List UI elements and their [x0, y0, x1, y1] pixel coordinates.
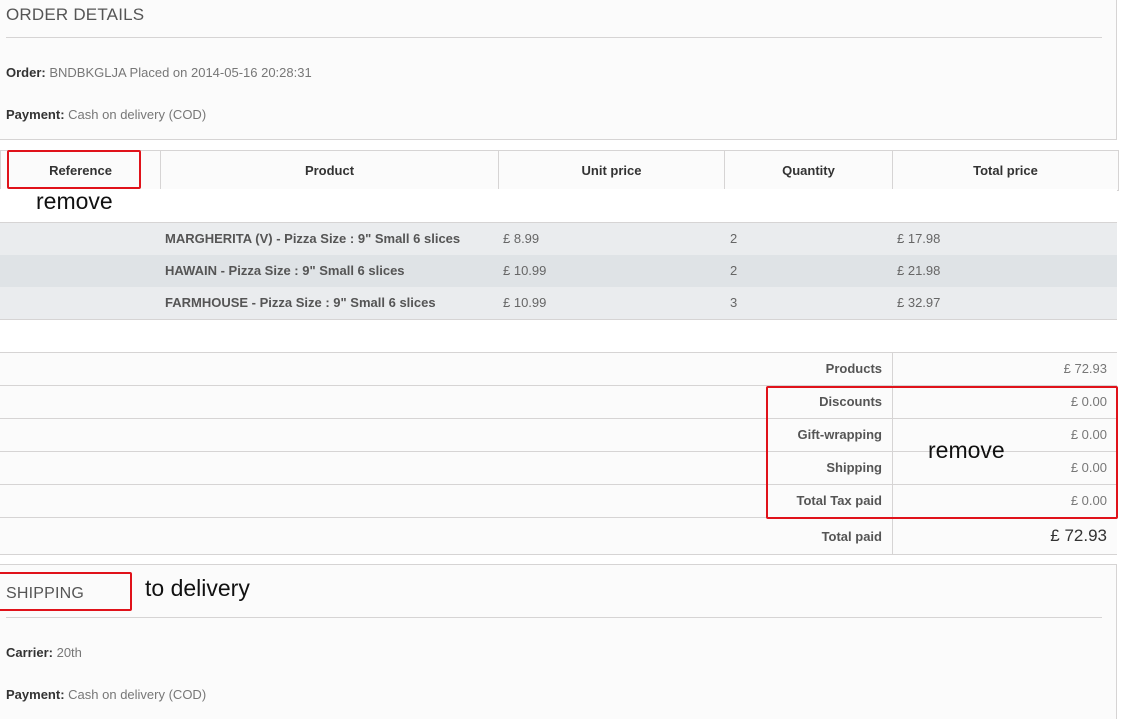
carrier-label: Carrier:: [6, 645, 53, 660]
order-items-table: Reference Product Unit price Quantity To…: [0, 150, 1119, 191]
summary-row-products: Products £ 72.93: [0, 352, 1117, 385]
quantity: 3: [730, 295, 738, 310]
annotation-remove-reference: remove: [36, 188, 113, 214]
carrier-value: 20th: [56, 645, 82, 660]
order-details-title: ORDER DETAILS: [6, 5, 145, 24]
column-header-unit-price[interactable]: Unit price: [498, 150, 725, 191]
product-name: MARGHERITA (V) - Pizza Size : 9" Small 6…: [165, 231, 461, 246]
payment-label: Payment:: [6, 687, 65, 702]
quantity: 2: [730, 263, 738, 278]
payment-label: Payment:: [6, 107, 65, 122]
table-row: MARGHERITA (V) - Pizza Size : 9" Small 6…: [0, 223, 1117, 255]
table-row: HAWAIN - Pizza Size : 9" Small 6 slices …: [0, 255, 1117, 287]
summary-label: Total paid: [821, 529, 882, 544]
summary-row-total-paid: Total paid £ 72.93: [0, 517, 1117, 555]
table-spacer: [0, 319, 1117, 353]
column-divider: [892, 518, 893, 554]
total-paid-value: £ 72.93: [1050, 526, 1107, 545]
order-value: BNDBKGLJA Placed on 2014-05-16 20:28:31: [49, 65, 312, 80]
annotation-box-reference: [7, 150, 141, 189]
payment-value: Cash on delivery (COD): [68, 687, 207, 702]
quantity: 2: [730, 231, 738, 246]
unit-price: £ 8.99: [503, 231, 540, 246]
product-name: FARMHOUSE - Pizza Size : 9" Small 6 slic…: [165, 295, 436, 310]
column-header-total-price[interactable]: Total price: [892, 150, 1119, 191]
unit-price: £ 10.99: [503, 263, 547, 278]
column-divider: [892, 353, 893, 385]
annotation-to-delivery: to delivery: [145, 575, 250, 601]
carrier-line: Carrier: 20th: [6, 645, 82, 660]
annotation-box-shipping: [0, 572, 132, 611]
summary-value: £ 72.93: [1063, 361, 1107, 376]
unit-price: £ 10.99: [503, 295, 547, 310]
payment-line: Payment: Cash on delivery (COD): [6, 107, 206, 122]
annotation-remove-summary: remove: [928, 437, 1005, 463]
table-header-row: Reference Product Unit price Quantity To…: [0, 150, 1119, 191]
column-header-quantity[interactable]: Quantity: [724, 150, 893, 191]
table-row: FARMHOUSE - Pizza Size : 9" Small 6 slic…: [0, 287, 1117, 319]
total-price: £ 17.98: [897, 231, 941, 246]
product-name: HAWAIN - Pizza Size : 9" Small 6 slices: [165, 263, 405, 278]
total-price: £ 32.97: [897, 295, 941, 310]
divider: [6, 37, 1102, 38]
summary-label: Products: [825, 361, 882, 376]
table-spacer: [0, 189, 1117, 223]
payment-value: Cash on delivery (COD): [68, 107, 207, 122]
column-header-product[interactable]: Product: [160, 150, 499, 191]
shipping-payment-line: Payment: Cash on delivery (COD): [6, 687, 206, 702]
order-line: Order: BNDBKGLJA Placed on 2014-05-16 20…: [6, 65, 312, 80]
order-details-box: ORDER DETAILS Order: BNDBKGLJA Placed on…: [0, 0, 1117, 140]
divider: [6, 617, 1102, 618]
order-label: Order:: [6, 65, 46, 80]
total-price: £ 21.98: [897, 263, 941, 278]
